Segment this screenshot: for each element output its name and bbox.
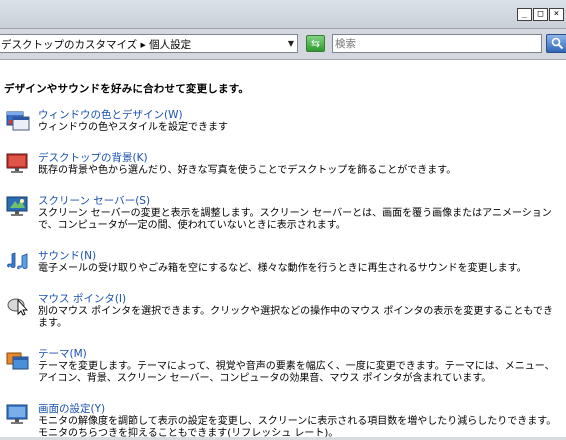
window-color-link[interactable]: ウィンドウの色とデザイン(W) bbox=[38, 107, 183, 122]
item-description: スクリーン セーバーの変更と表示を調整します。スクリーン セーバーとは、画面を覆… bbox=[38, 208, 552, 231]
display-settings-link[interactable]: 画面の設定(Y) bbox=[38, 401, 105, 416]
minimize-button[interactable]: _ bbox=[517, 8, 532, 21]
theme-icon bbox=[6, 352, 29, 370]
title-bar: _ □ × bbox=[0, 0, 566, 29]
item-description: 電子メールの受け取りやごみ箱を空にするなど、様々な動作を行うときに再生されるサウ… bbox=[38, 263, 527, 274]
sound-link[interactable]: サウンド(N) bbox=[38, 248, 96, 263]
desktop-background-link[interactable]: デスクトップの背景(K) bbox=[38, 150, 148, 165]
sound-icon bbox=[7, 252, 28, 270]
theme-link[interactable]: テーマ(M) bbox=[38, 346, 87, 361]
search-button[interactable] bbox=[546, 34, 566, 53]
search-box[interactable] bbox=[332, 34, 542, 53]
desktop-background-icon bbox=[6, 153, 28, 173]
item-description: 別のマウス ポインタを選択できます。クリックや選択などの操作中のマウス ポインタ… bbox=[38, 306, 553, 329]
maximize-button[interactable]: □ bbox=[533, 8, 548, 21]
window-controls: _ □ × bbox=[517, 8, 564, 21]
item-description: モニタの解像度を調節して表示の設定を変更し、スクリーンに表示される項目数を増やし… bbox=[38, 416, 557, 439]
address-bar[interactable]: デスクトップのカスタマイズ ▸ 個人設定 ▼ bbox=[0, 34, 298, 53]
breadcrumb[interactable]: デスクトップのカスタマイズ ▸ 個人設定 bbox=[1, 37, 191, 52]
screen-saver-icon bbox=[6, 196, 28, 216]
item-description: ウィンドウの色やスタイルを設定できます bbox=[38, 122, 228, 133]
window-color-icon bbox=[6, 111, 30, 131]
close-button[interactable]: × bbox=[549, 8, 564, 21]
page-heading: デザインやサウンドを好みに合わせて変更します。 bbox=[4, 83, 250, 95]
item-description: 既存の背景や色から選んだり、好きな写真を使うことでデスクトップを飾ることができま… bbox=[38, 165, 457, 176]
search-icon bbox=[551, 37, 564, 50]
screen-saver-link[interactable]: スクリーン セーバー(S) bbox=[38, 193, 150, 208]
item-description: テーマを変更します。テーマによって、視覚や音声の要素を幅広く、一度に変更できます… bbox=[38, 361, 555, 384]
display-settings-icon bbox=[6, 404, 28, 424]
mouse-pointer-icon bbox=[7, 298, 29, 316]
refresh-button[interactable]: ⇆ bbox=[306, 35, 325, 52]
search-input[interactable] bbox=[335, 36, 535, 51]
refresh-icon: ⇆ bbox=[310, 37, 321, 50]
chevron-down-icon[interactable]: ▼ bbox=[288, 39, 294, 48]
navigation-bar: デスクトップのカスタマイズ ▸ 個人設定 ▼ ⇆ bbox=[0, 29, 566, 60]
mouse-pointer-link[interactable]: マウス ポインタ(I) bbox=[38, 291, 126, 306]
